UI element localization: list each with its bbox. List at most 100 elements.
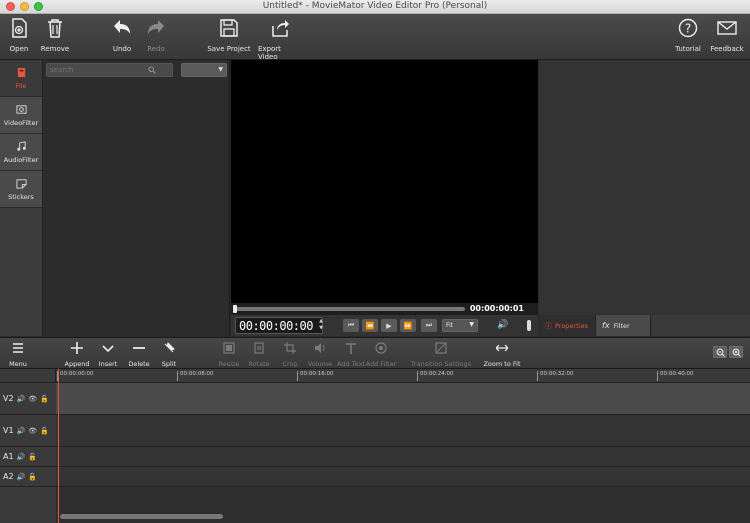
transition-settings-button[interactable]: Transition Settings	[409, 342, 473, 368]
open-file-icon	[12, 18, 27, 38]
trash-icon	[48, 19, 62, 38]
export-video-button[interactable]: Export Video	[258, 18, 302, 61]
track-lane-a2[interactable]	[56, 467, 750, 487]
lock-icon[interactable]: 🔓	[40, 427, 49, 435]
ruler-tick: 00:00:40:00	[657, 371, 694, 381]
menu-icon	[13, 343, 23, 353]
speaker-icon[interactable]: 🔊	[17, 395, 26, 403]
undo-icon	[114, 20, 130, 34]
zoom-dropdown[interactable]: Fit ▼	[442, 319, 478, 332]
tab-properties[interactable]: ⓘ Properties	[539, 315, 595, 336]
nav-file-label: File	[15, 81, 27, 90]
zoom-in-button[interactable]	[729, 346, 743, 358]
export-video-label: Export Video	[258, 45, 281, 61]
play-button[interactable]: ▶	[381, 319, 397, 332]
file-panel: ▼	[43, 60, 230, 336]
lock-icon[interactable]: 🔓	[28, 473, 37, 481]
fx-icon: fx	[602, 321, 610, 330]
crop-icon	[284, 342, 296, 354]
transition-icon	[435, 342, 447, 354]
skip-start-icon: ⏮	[347, 321, 355, 329]
add-filter-button[interactable]: Add Filter	[361, 342, 401, 368]
tab-filter-label: Filter	[613, 321, 630, 330]
save-project-button[interactable]: Save Project	[207, 18, 251, 53]
timeline-toolbar: Menu Append Insert Delete Split Resize R…	[0, 337, 750, 369]
eye-icon[interactable]: 👁	[28, 395, 37, 403]
playhead[interactable]	[58, 369, 59, 523]
video-preview[interactable]	[231, 60, 538, 303]
help-icon: ?	[678, 18, 698, 38]
save-project-label: Save Project	[207, 45, 251, 53]
resize-label: Resize	[218, 360, 240, 368]
speaker-icon[interactable]: 🔊	[17, 427, 26, 435]
split-icon	[164, 342, 175, 353]
seek-bar[interactable]: 00:00:00:01	[231, 303, 538, 315]
menu-button[interactable]: Menu	[0, 342, 38, 368]
track-header-v1[interactable]: V1 🔊 👁 🔓	[0, 415, 56, 447]
speaker-icon[interactable]: 🔊	[497, 320, 508, 330]
eye-icon[interactable]: 👁	[28, 427, 37, 435]
split-button[interactable]: Split	[149, 342, 189, 368]
track-lane-a1[interactable]	[56, 447, 750, 467]
remove-button[interactable]: Remove	[33, 18, 77, 53]
undo-label: Undo	[112, 45, 132, 53]
feedback-button[interactable]: Feedback	[705, 18, 749, 53]
rewind-button[interactable]: ⏪	[362, 319, 378, 332]
file-type-dropdown[interactable]: ▼	[181, 63, 227, 77]
track-name: A2	[3, 472, 14, 481]
left-nav: File VideoFilter AudioFilter Stickers	[0, 60, 43, 336]
tab-filter[interactable]: fx Filter	[595, 315, 651, 336]
nav-item-audio-filter[interactable]: AudioFilter	[0, 134, 42, 171]
plus-icon	[71, 342, 83, 354]
window-title: Untitled* - MovieMator Video Editor Pro …	[262, 1, 488, 11]
speaker-icon[interactable]: 🔊	[17, 473, 26, 481]
volume-slider[interactable]	[527, 320, 531, 331]
seek-handle[interactable]	[233, 305, 237, 313]
search-icon	[148, 66, 156, 74]
track-lane-v1[interactable]	[56, 415, 750, 447]
fast-forward-button[interactable]: ⏩	[400, 319, 416, 332]
delete-label: Delete	[128, 360, 150, 368]
ruler-tick: 00:00:24:00	[417, 371, 454, 381]
zoom-to-fit-button[interactable]: Zoom to Fit	[477, 342, 527, 368]
track-header-filler	[0, 487, 56, 523]
append-label: Append	[64, 360, 90, 368]
track-header-a2[interactable]: A2 🔊 🔓	[0, 467, 56, 487]
tutorial-label: Tutorial	[675, 45, 701, 53]
insert-label: Insert	[98, 360, 118, 368]
lock-icon[interactable]: 🔓	[28, 453, 37, 461]
seek-track[interactable]	[233, 305, 465, 313]
timeline-ruler[interactable]: 00:00:00:00 00:00:08:00 00:00:16:00 00:0…	[56, 369, 750, 383]
timeline-horizontal-scrollbar[interactable]	[60, 514, 223, 519]
timecode-field[interactable]: 00:00:00:00	[235, 317, 323, 334]
nav-item-file[interactable]: File	[0, 60, 42, 97]
tutorial-button[interactable]: ? Tutorial	[666, 18, 710, 53]
save-icon	[220, 19, 238, 37]
track-name: V1	[3, 426, 14, 435]
timecode-stepper[interactable]: ▲ ▼	[317, 318, 325, 333]
skip-start-button[interactable]: ⏮	[343, 319, 359, 332]
zoom-out-button[interactable]	[713, 346, 727, 358]
svg-text:?: ?	[685, 22, 691, 36]
speaker-icon[interactable]: 🔊	[17, 453, 26, 461]
zoom-out-icon	[716, 348, 725, 357]
redo-button[interactable]: Redo	[134, 18, 178, 53]
rotate-label: Rotate	[248, 360, 270, 368]
nav-audio-filter-label: AudioFilter	[3, 155, 39, 164]
track-header-a1[interactable]: A1 🔊 🔓	[0, 447, 56, 467]
transition-settings-label: Transition Settings	[410, 360, 472, 368]
nav-item-stickers[interactable]: Stickers	[0, 171, 42, 208]
lock-icon[interactable]: 🔓	[40, 395, 49, 403]
track-lane-v2[interactable]	[56, 383, 750, 415]
duration-display: 00:00:00:01	[469, 304, 524, 313]
track-name: A1	[3, 452, 14, 461]
skip-end-button[interactable]: ⏭	[421, 319, 437, 332]
volume-icon	[315, 343, 325, 353]
zoom-in-icon	[732, 348, 741, 357]
info-icon: ⓘ	[545, 321, 552, 330]
music-note-icon	[16, 140, 26, 151]
track-header-v2[interactable]: V2 🔊 👁 🔓	[0, 383, 56, 415]
nav-item-video-filter[interactable]: VideoFilter	[0, 97, 42, 134]
chevron-down-icon: ▼	[469, 321, 474, 328]
file-icon	[17, 67, 25, 77]
